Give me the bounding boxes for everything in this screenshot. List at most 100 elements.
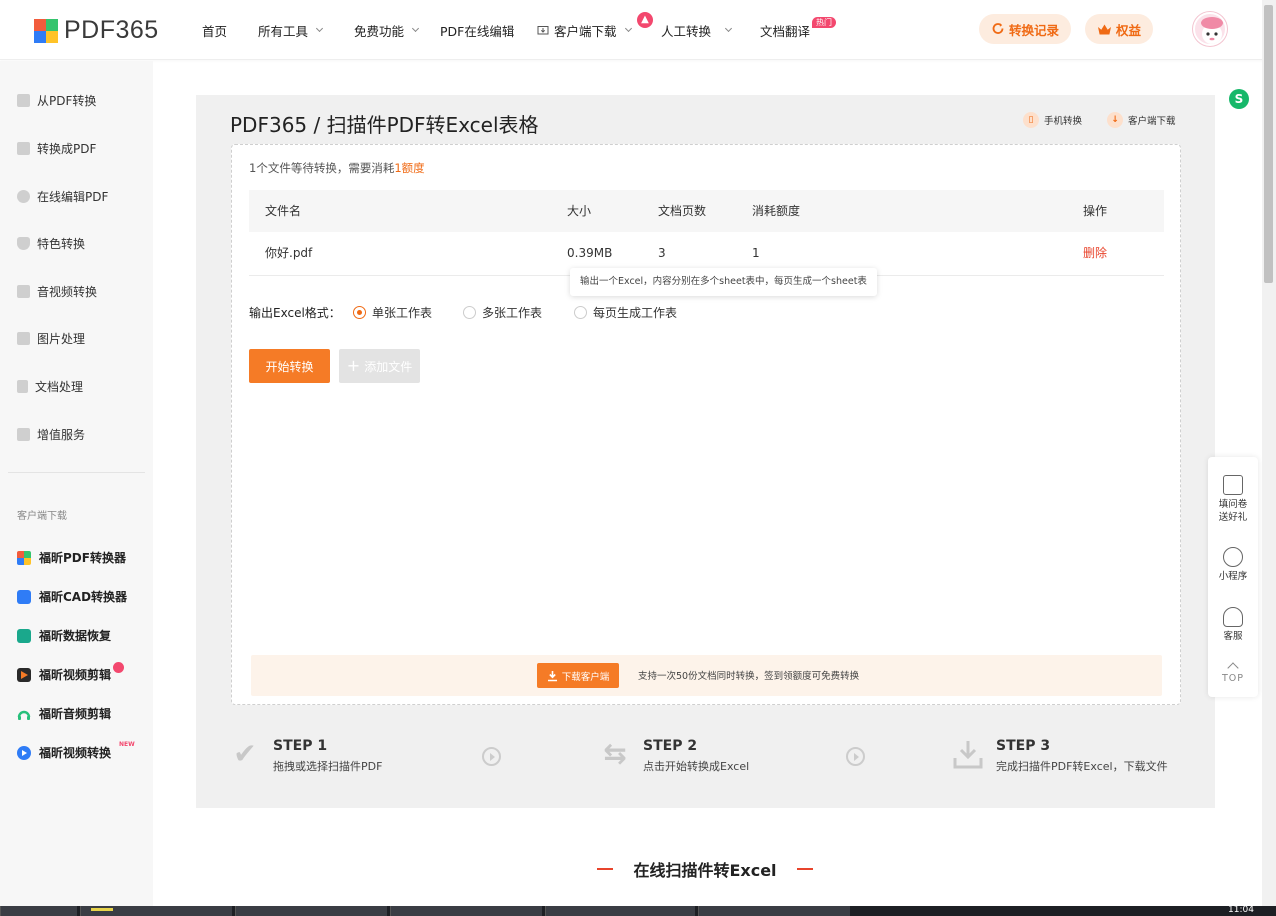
delete-file-link[interactable]: 删除: [1083, 232, 1107, 274]
client-download-caption: 客户端下载: [17, 511, 67, 522]
nav-client-download[interactable]: 客户端下载: [537, 21, 632, 40]
step-title: STEP 3: [996, 738, 1051, 754]
sidebar-item-edit-pdf[interactable]: 在线编辑PDF: [17, 188, 108, 205]
audio-editor-icon: [17, 710, 31, 720]
mobile-convert-link[interactable]: ▯ 手机转换: [1023, 112, 1082, 128]
conversion-history-button[interactable]: 转换记录: [979, 14, 1072, 44]
flame-icon: ▲: [637, 12, 653, 28]
sidebar-item-image[interactable]: 图片处理: [17, 330, 85, 347]
download-client-label: 下载客户端: [561, 671, 610, 683]
column-header-cost: 消耗额度: [752, 204, 801, 218]
logo-mark-icon: [34, 18, 58, 43]
app-label: 福昕视频剪辑: [39, 668, 112, 682]
top-label: TOP: [1221, 673, 1244, 684]
floating-toolbar: 填问卷送好礼 小程序 客服 TOP: [1208, 457, 1258, 697]
app-video-editor[interactable]: 福昕视频剪辑: [17, 662, 130, 683]
page-scrollbar[interactable]: [1262, 0, 1276, 906]
download-banner-text: 支持一次50份文档同时转换，签到领额度可免费转换: [638, 671, 860, 682]
client-download-link[interactable]: ↓ 客户端下载: [1107, 112, 1176, 128]
app-pdf-converter[interactable]: 福昕PDF转换器: [17, 549, 126, 566]
service-icon: [17, 428, 30, 441]
nav-doc-translate[interactable]: 文档翻译: [760, 21, 810, 40]
sidebar: 从PDF转换 转换成PDF 在线编辑PDF 特色转换 音视频转换 图片处理 文档…: [0, 61, 153, 916]
rights-button[interactable]: 权益: [1085, 14, 1154, 44]
file-table-header: 文件名 大小 文档页数 消耗额度 操作: [249, 190, 1164, 232]
rights-label: 权益: [1116, 22, 1142, 38]
back-to-top-button[interactable]: TOP: [1208, 662, 1258, 685]
file-name: 你好.pdf: [265, 246, 313, 260]
app-cad-converter[interactable]: 福昕CAD转换器: [17, 588, 127, 605]
sidebar-divider: [8, 472, 145, 473]
step-title: STEP 2: [643, 738, 698, 754]
taskbar-button[interactable]: [698, 906, 850, 916]
customer-service-button[interactable]: 客服: [1208, 607, 1258, 643]
app-video-converter[interactable]: 福昕视频转换 NEW: [17, 741, 135, 761]
radio-unchecked-icon: [463, 306, 476, 319]
download-client-button[interactable]: 下载客户端: [537, 663, 619, 688]
section-heading: 在线扫描件转Excel: [597, 857, 813, 881]
step-arrow-icon: [846, 747, 865, 766]
mini-program-label: 小程序: [1218, 571, 1248, 582]
sidebar-item-label: 图片处理: [37, 332, 86, 346]
format-tooltip: 输出一个Excel，内容分别在多个sheet表中，每页生成一个sheet表: [570, 268, 877, 296]
format-radio-per-page[interactable]: 每页生成工作表: [574, 304, 677, 321]
phone-icon: ▯: [1023, 112, 1039, 128]
sidebar-item-to-pdf[interactable]: 转换成PDF: [17, 140, 96, 157]
format-radio-single-sheet[interactable]: 单张工作表: [353, 304, 432, 321]
taskbar-button[interactable]: [390, 906, 542, 916]
nav-all-tools-label: 所有工具: [258, 24, 309, 39]
step-3: STEP 3 完成扫描件PDF转Excel，下载文件: [952, 738, 1168, 774]
sidebar-item-document[interactable]: 文档处理: [17, 378, 83, 395]
nav-free-features[interactable]: 免费功能: [354, 21, 420, 40]
format-option-label: 每页生成工作表: [593, 306, 678, 320]
nav-home[interactable]: 首页: [202, 21, 227, 40]
sidebar-item-media[interactable]: 音视频转换: [17, 283, 97, 300]
nav-client-download-label: 客户端下载: [554, 24, 617, 39]
app-label: 福昕PDF转换器: [39, 551, 126, 565]
taskbar-button[interactable]: [235, 906, 387, 916]
app-audio-editor[interactable]: 福昕音频剪辑: [17, 705, 111, 722]
column-header-pages: 文档页数: [658, 204, 707, 218]
nav-pdf-online-edit[interactable]: PDF在线编辑: [440, 21, 514, 40]
conversion-history-label: 转换记录: [1009, 22, 1060, 38]
hot-badge: 热门: [812, 17, 836, 28]
add-file-button[interactable]: + 添加文件: [339, 349, 420, 383]
add-file-label: 添加文件: [364, 359, 413, 374]
taskbar-clock[interactable]: 11:04: [1228, 905, 1254, 915]
scrollbar-thumb[interactable]: [1264, 5, 1273, 283]
app-data-recovery[interactable]: 福昕数据恢复: [17, 627, 111, 644]
logo-text: PDF365: [64, 16, 159, 44]
survey-button[interactable]: 填问卷送好礼: [1208, 475, 1258, 524]
chevron-down-icon: [724, 24, 733, 33]
taskbar-button[interactable]: [545, 906, 695, 916]
image-icon: [17, 332, 30, 345]
format-label: 输出Excel格式：: [249, 306, 341, 320]
mini-program-button[interactable]: 小程序: [1208, 547, 1258, 583]
top-navigation-bar: PDF365 首页 所有工具 免费功能 PDF在线编辑 客户端下载 ▲ 人工转换…: [0, 0, 1276, 60]
pdf-converter-icon: [17, 550, 31, 565]
sidebar-item-special[interactable]: 特色转换: [17, 235, 85, 252]
taskbar-button[interactable]: [80, 906, 232, 916]
user-avatar[interactable]: [1193, 12, 1227, 46]
special-icon: [17, 237, 30, 250]
start-convert-button[interactable]: 开始转换: [249, 349, 330, 383]
app-label: 福昕音频剪辑: [39, 707, 112, 721]
file-panel: 1个文件等待转换，需要消耗1额度 文件名 大小 文档页数 消耗额度 操作 你好.…: [231, 144, 1181, 705]
cad-converter-icon: [17, 589, 31, 604]
pdf365-logo[interactable]: PDF365: [34, 16, 159, 45]
nav-all-tools[interactable]: 所有工具: [258, 21, 324, 40]
sidebar-item-label: 转换成PDF: [37, 142, 97, 156]
step-2: ⇆ STEP 2 点击开始转换成Excel: [599, 738, 749, 774]
nav-manual-convert[interactable]: 人工转换: [661, 21, 733, 40]
app-label: 福昕CAD转换器: [39, 590, 128, 604]
sidebar-item-service[interactable]: 增值服务: [17, 426, 85, 443]
refresh-icon: [992, 23, 1004, 34]
sidebar-item-from-pdf[interactable]: 从PDF转换: [17, 92, 96, 109]
column-header-size: 大小: [567, 204, 592, 218]
format-option-label: 单张工作表: [372, 306, 433, 320]
edit-pdf-icon: [17, 190, 30, 203]
format-radio-multi-sheet[interactable]: 多张工作表: [463, 304, 542, 321]
avatar-image: [1201, 17, 1223, 44]
taskbar-button[interactable]: [0, 906, 77, 916]
green-assistant-icon[interactable]: S: [1229, 89, 1249, 109]
